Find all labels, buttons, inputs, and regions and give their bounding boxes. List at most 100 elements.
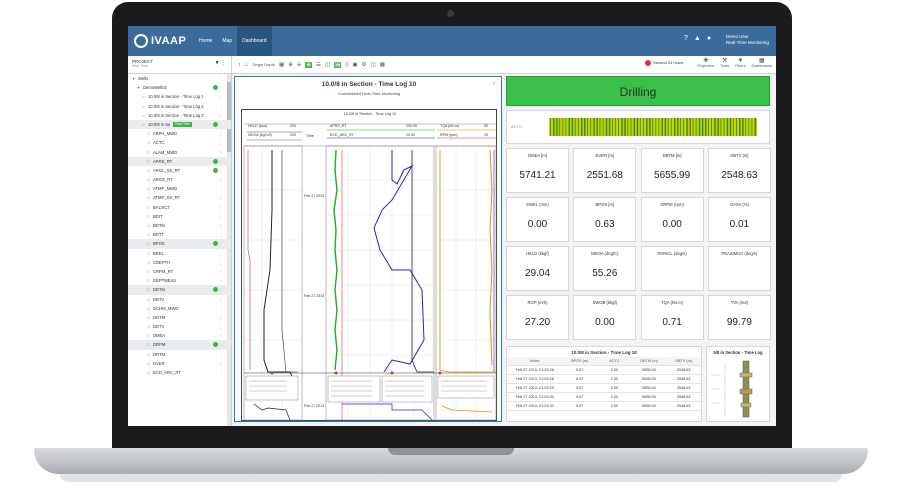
more-icon[interactable]: ⋮ [219, 285, 223, 294]
tree-item[interactable]: □ DDTV ⋮ [128, 322, 231, 331]
kpi-tile[interactable]: ROP (m/h) 27.20 [506, 295, 569, 340]
project-selector[interactable]: PROJECT Real-Time ▼ ⋮ [128, 55, 232, 74]
expand-icon[interactable]: ↕ [238, 62, 241, 68]
more-icon[interactable]: ⋮ [219, 166, 223, 175]
kpi-tile[interactable]: DBTM [m] 5655.99 [640, 148, 704, 193]
more-icon[interactable]: ⋮ [219, 221, 223, 230]
tree-item[interactable]: □ ATMP_SS_RT ⋮ [128, 193, 231, 202]
lock-icon[interactable]: □ [245, 62, 248, 68]
tree-item[interactable]: □ CDEPTH ⋮ [128, 258, 231, 267]
table-row[interactable]: Feb 27 2013, 21:03:32 0.67 2.00 5656.00 2548… [507, 402, 701, 411]
print-icon[interactable]: ◫ [371, 62, 376, 68]
tree-item[interactable]: □ DMEA ⋮ [128, 331, 231, 340]
more-icon[interactable]: ⋮ [219, 148, 223, 157]
bell-icon[interactable]: ▲ [694, 35, 701, 42]
zoom-out-icon[interactable]: ⊖ [297, 62, 302, 68]
more-icon[interactable]: ⋮ [219, 203, 223, 212]
tree-item[interactable]: □ BDIT ⋮ [128, 212, 231, 221]
tree-item[interactable]: □ BDTT ⋮ [128, 230, 231, 239]
more-icon[interactable]: ⋮ [219, 212, 223, 221]
ruler-icon[interactable]: ▯ [345, 62, 348, 68]
kpi-tile[interactable]: PDINCL (deg/s) [640, 246, 704, 291]
aprs-header[interactable]: APRS_RT [330, 124, 347, 128]
more-icon[interactable]: ⋮ [219, 138, 223, 147]
tree-item[interactable]: □ ACTC ⋮ [128, 138, 231, 147]
hkld-header[interactable]: HKLD (kpa) [248, 124, 267, 128]
more-icon[interactable]: ⋮ [219, 322, 223, 331]
help-icon[interactable]: ? [684, 35, 688, 42]
tree-item[interactable]: □ ECD_ARC_RT ⋮ [128, 368, 231, 377]
layers-icon[interactable]: ☰ [316, 62, 321, 68]
tree-item[interactable]: □ DVER ⋮ [128, 359, 231, 368]
nav-item-map[interactable]: Map [217, 26, 237, 56]
tree-item[interactable]: ▾ Wells ⋮ [128, 74, 231, 83]
column-header[interactable]: ACTC [597, 357, 632, 365]
more-icon[interactable]: ⋮ [219, 295, 223, 304]
tree-item[interactable]: □ ARGL_SS_RT ⋮ [128, 166, 231, 175]
kpi-tile[interactable]: HKLD (kkgf) 29.04 [506, 246, 569, 291]
app-logo[interactable]: IVAAP [134, 34, 186, 48]
settings-icon[interactable]: ⚙ [362, 62, 367, 68]
more-icon[interactable]: ⋮ [219, 276, 223, 285]
more-icon[interactable]: ⋮ [219, 239, 223, 248]
bar-chart-icon[interactable]: ▩ [380, 62, 385, 68]
tree-item[interactable]: ○ 10.0/8 in Section - Time Log 1 ⋮ [128, 92, 231, 101]
more-icon[interactable]: ⋮ [219, 313, 223, 322]
panel-menu-icon[interactable]: › [493, 81, 495, 87]
nav-item-dashboard[interactable]: Dashboard [237, 26, 272, 56]
more-icon[interactable]: ⋮ [219, 193, 223, 202]
tree-item[interactable]: □ ATMP_MWD ⋮ [128, 184, 231, 193]
copy-icon[interactable]: ▣ [352, 62, 357, 68]
zoom-fit-icon[interactable]: ⊕ [305, 61, 313, 68]
zoom-in-icon[interactable]: ⊕ [288, 62, 293, 68]
user-icon[interactable]: ● [707, 35, 711, 42]
grid-icon[interactable]: ▦ [279, 62, 284, 68]
filter-icon[interactable]: ▼ ⋮ [215, 60, 226, 66]
more-icon[interactable]: ⋮ [219, 249, 223, 258]
tree-item[interactable]: □ DCHM_MWD ⋮ [128, 304, 231, 313]
kpi-tile[interactable]: DMEA [m] 5741.21 [506, 148, 569, 193]
more-icon[interactable]: ⋮ [219, 267, 223, 276]
kpi-tile[interactable]: SWOB (kkgf) 0.00 [573, 295, 637, 340]
ecd-header[interactable]: ECD_ARC_RT [330, 133, 354, 137]
more-icon[interactable]: ⋮ [219, 129, 223, 138]
mini-log-view[interactable] [707, 359, 771, 419]
projection-button[interactable]: ✚ Projection [697, 57, 714, 68]
more-icon[interactable]: ⋮ [219, 304, 223, 313]
more-icon[interactable]: ⋮ [219, 120, 223, 129]
tree-item[interactable]: □ BDTM ⋮ [128, 221, 231, 230]
kpi-tile[interactable]: TQA (kN.m) 0.71 [640, 295, 704, 340]
more-icon[interactable]: ⋮ [219, 230, 223, 239]
filters-button[interactable]: ▼ Filters [735, 58, 745, 68]
mdoa-header[interactable]: MDOA (kg/m3) [248, 133, 272, 137]
kpi-tile[interactable]: MDOA (deg/C) 55.26 [573, 246, 637, 291]
tree-item[interactable]: ▾ DemoWell01 ⋮ [128, 83, 231, 92]
more-icon[interactable]: ⋮ [219, 340, 223, 349]
log-viewer[interactable]: 10.0/8 in Section - Time Log 10 HKLD (kp… [241, 109, 497, 421]
tree-item[interactable]: □ ARGS_RT ⋮ [128, 175, 231, 184]
tree-item[interactable]: □ DDTM ⋮ [128, 313, 231, 322]
kpi-tile[interactable]: BPOS [m] 0.63 [573, 197, 637, 242]
kpi-tile[interactable]: SWEL (mm) 0.00 [506, 197, 569, 242]
table-row[interactable]: Feb 27 2013, 21:03:29 0.67 2.00 5656.00 2548… [507, 384, 701, 393]
kpi-tile[interactable]: GASA (%) 0.01 [707, 197, 771, 242]
tree-item[interactable]: □ ABPH_MWD ⋮ [128, 129, 231, 138]
column-header[interactable]: DBTM (m) [632, 357, 667, 365]
tree-item[interactable]: □ APRS_RT ⋮ [128, 156, 231, 166]
tree-item[interactable]: □ DBTV ⋮ [128, 295, 231, 304]
tree-item[interactable]: ○ 10.0/8 in Section - Time Log 2 ⋮ [128, 102, 231, 111]
more-icon[interactable]: ⋮ [219, 184, 223, 193]
more-icon[interactable]: ⋮ [219, 350, 223, 359]
more-icon[interactable]: ⋮ [219, 331, 223, 340]
tree-item[interactable]: ○ 10.0/8 in Se Real-Time ⋮ [128, 119, 231, 130]
tree-item[interactable]: □ CRPM_RT ⋮ [128, 267, 231, 276]
rpm-header[interactable]: RPM (rpm) [440, 133, 458, 137]
chart-icon[interactable]: ▤ [334, 61, 342, 68]
more-icon[interactable]: ⋮ [219, 157, 223, 166]
depth-mode[interactable]: Single Depth [252, 62, 275, 67]
tree-item[interactable]: ○ 10.0/8 in Section - Time Log 3 ⋮ [128, 111, 231, 120]
kpi-tile[interactable]: TVA (m3) 99.79 [707, 295, 771, 340]
time-range[interactable]: Second 24 hours [645, 59, 683, 66]
user-menu[interactable]: Demo User Real-Time Monitoring [726, 34, 774, 46]
columns-icon[interactable]: ◫ [325, 62, 330, 68]
